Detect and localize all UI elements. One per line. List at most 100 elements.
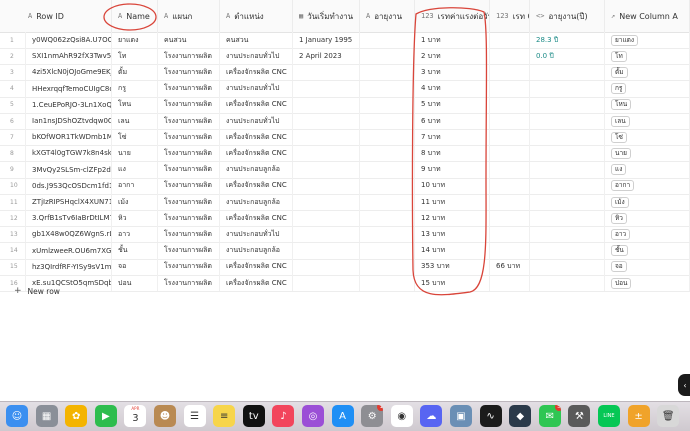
table-cell-col[interactable]: ตั้ม: [605, 64, 690, 81]
table-cell-ot[interactable]: [490, 129, 530, 146]
column-header[interactable]: A ตำแหน่ง: [220, 0, 293, 32]
table-cell-start[interactable]: [293, 161, 360, 178]
table-cell-rate[interactable]: 3 บาท: [415, 64, 490, 81]
trash-icon[interactable]: 🗑: [657, 405, 680, 427]
table-cell-name[interactable]: อากา: [112, 177, 158, 194]
table-cell-name[interactable]: กรู: [112, 80, 158, 97]
table-cell-age[interactable]: [360, 275, 415, 291]
table-cell-start[interactable]: [293, 275, 360, 291]
table-cell-ot[interactable]: 66 บาท: [490, 258, 530, 275]
table-cell-years[interactable]: [530, 80, 605, 97]
table-cell-name[interactable]: นาย: [112, 145, 158, 162]
table-cell-n[interactable]: 9: [0, 161, 26, 178]
scroll-button[interactable]: ‹: [678, 374, 690, 396]
line-icon[interactable]: LINE: [598, 405, 620, 427]
table-cell-dept[interactable]: โรงงานการผลิต: [158, 96, 220, 113]
table-cell-dept[interactable]: โรงงานการผลิต: [158, 129, 220, 146]
table-cell-start[interactable]: [293, 194, 360, 210]
table-cell-id[interactable]: kXGT4l0gTGW7k8n4sk5t: [26, 145, 112, 162]
table-cell-start[interactable]: [293, 64, 360, 81]
table-cell-start[interactable]: [293, 80, 360, 97]
table-cell-id[interactable]: gb1X48w0QZ6WgnS.rLZje: [26, 226, 112, 243]
table-cell-rate[interactable]: 10 บาท: [415, 177, 490, 194]
table-cell-pos[interactable]: เครื่องจักรผลิต CNC: [220, 210, 293, 227]
table-cell-ot[interactable]: [490, 161, 530, 178]
launchpad-icon[interactable]: ▦: [35, 405, 58, 427]
table-cell-id[interactable]: 1.CeuEPoRJO-3Ln1XoQB1: [26, 96, 112, 113]
table-cell-col[interactable]: โท: [605, 48, 690, 65]
table-cell-name[interactable]: โหน: [112, 96, 158, 113]
tools-icon[interactable]: ⚒: [568, 405, 591, 427]
reminders-icon[interactable]: ☰: [183, 405, 206, 427]
table-cell-rate[interactable]: 8 บาท: [415, 145, 490, 162]
table-cell-n[interactable]: 5: [0, 96, 26, 113]
table-cell-dept[interactable]: โรงงานการผลิต: [158, 48, 220, 65]
table-cell-col[interactable]: เลน: [605, 113, 690, 129]
table-cell-name[interactable]: ยาแตง: [112, 32, 158, 48]
table-cell-name[interactable]: โซ่: [112, 129, 158, 146]
table-cell-n[interactable]: 1: [0, 32, 26, 48]
table-cell-dept[interactable]: โรงงานการผลิต: [158, 161, 220, 178]
column-header[interactable]: 123เรท OT: [490, 0, 530, 32]
table-cell-age[interactable]: [360, 80, 415, 97]
table-cell-rate[interactable]: 6 บาท: [415, 113, 490, 129]
appstore-icon[interactable]: A: [331, 405, 354, 427]
table-row[interactable]: 13 gb1X48w0QZ6WgnS.rLZje อาว โรงงานการผลิต ง…: [0, 226, 690, 244]
table-cell-rate[interactable]: 4 บาท: [415, 80, 490, 97]
table-cell-pos[interactable]: เครื่องจักรผลิต CNC: [220, 177, 293, 194]
table-cell-dept[interactable]: โรงงานการผลิต: [158, 226, 220, 243]
table-cell-years[interactable]: [530, 194, 605, 210]
table-cell-ot[interactable]: [490, 96, 530, 113]
table-row[interactable]: 8 kXGT4l0gTGW7k8n4sk5t นาย โรงงานการผลิต เคร…: [0, 145, 690, 163]
table-cell-col[interactable]: ปอน: [605, 275, 690, 291]
preview-icon[interactable]: ▣: [450, 405, 472, 427]
table-cell-n[interactable]: 2: [0, 48, 26, 65]
table-cell-age[interactable]: [360, 226, 415, 243]
music-icon[interactable]: ♪: [272, 405, 295, 427]
table-cell-dept[interactable]: โรงงานการผลิต: [158, 210, 220, 227]
table-cell-dept[interactable]: โรงงานการผลิต: [158, 275, 220, 291]
notes-icon[interactable]: ≡: [213, 405, 236, 427]
table-cell-rate[interactable]: 11 บาท: [415, 194, 490, 210]
column-header[interactable]: A Name: [112, 0, 158, 32]
table-cell-n[interactable]: 10: [0, 177, 26, 194]
table-cell-start[interactable]: [293, 210, 360, 227]
table-cell-age[interactable]: [360, 96, 415, 113]
table-cell-n[interactable]: 7: [0, 129, 26, 146]
table-cell-pos[interactable]: งานประกอบลูกล้อ: [220, 161, 293, 178]
table-cell-name[interactable]: ชั้น: [112, 242, 158, 259]
table-cell-ot[interactable]: [490, 145, 530, 162]
table-cell-age[interactable]: [360, 210, 415, 227]
table-row[interactable]: 11 ZTjIzRIPSHqclX4XUN71vC เม้ง โรงงานการผลิ…: [0, 194, 690, 211]
table-cell-rate[interactable]: 2 บาท: [415, 48, 490, 65]
table-cell-name[interactable]: โท: [112, 48, 158, 65]
table-cell-pos[interactable]: งานประกอบทั่วไป: [220, 48, 293, 65]
table-cell-rate[interactable]: 7 บาท: [415, 129, 490, 146]
table-cell-id[interactable]: hz3QIrdfRF-YISy9sV1m.g: [26, 258, 112, 275]
table-cell-age[interactable]: [360, 64, 415, 81]
table-cell-name[interactable]: อาว: [112, 226, 158, 243]
table-cell-id[interactable]: 4zi5XlcN0jOJoGme9EKJ(: [26, 64, 112, 81]
table-cell-n[interactable]: 14: [0, 242, 26, 259]
table-cell-col[interactable]: อาว: [605, 226, 690, 243]
table-cell-n[interactable]: 11: [0, 194, 26, 210]
table-cell-pos[interactable]: งานประกอบลูกล้อ: [220, 194, 293, 210]
table-row[interactable]: 4 HHexrqqfTemoCUIgC8o6 กรู โรงงานการผลิต งาน…: [0, 80, 690, 98]
facetime-icon[interactable]: ▶: [94, 405, 117, 427]
table-cell-dept[interactable]: โรงงานการผลิต: [158, 145, 220, 162]
table-cell-id[interactable]: y0WQ062zQsi8A.U7OO2(: [26, 32, 112, 48]
table-cell-col[interactable]: แง: [605, 161, 690, 178]
table-row[interactable]: 9 3MvQy2SLSm-clZFp2dYG แง โรงงานการผลิต งานป…: [0, 161, 690, 179]
table-cell-id[interactable]: xUmlzweeR.OU6m7XGIXt: [26, 242, 112, 259]
finder-icon[interactable]: ☺: [6, 405, 28, 427]
table-cell-n[interactable]: 15: [0, 258, 26, 275]
table-row[interactable]: 1 y0WQ062zQsi8A.U7OO2(ยาแตง คนสวน คนสวน 1 Ja…: [0, 32, 690, 49]
table-cell-years[interactable]: [530, 96, 605, 113]
table-cell-pos[interactable]: งานประกอบทั่วไป: [220, 113, 293, 129]
table-cell-pos[interactable]: เครื่องจักรผลิต CNC: [220, 64, 293, 81]
table-cell-age[interactable]: [360, 194, 415, 210]
table-cell-years[interactable]: [530, 275, 605, 291]
table-cell-start[interactable]: 2 April 2023: [293, 48, 360, 65]
table-cell-id[interactable]: Ian1nsJDShOZtvdqw0QvE: [26, 113, 112, 129]
table-cell-years[interactable]: [530, 258, 605, 275]
